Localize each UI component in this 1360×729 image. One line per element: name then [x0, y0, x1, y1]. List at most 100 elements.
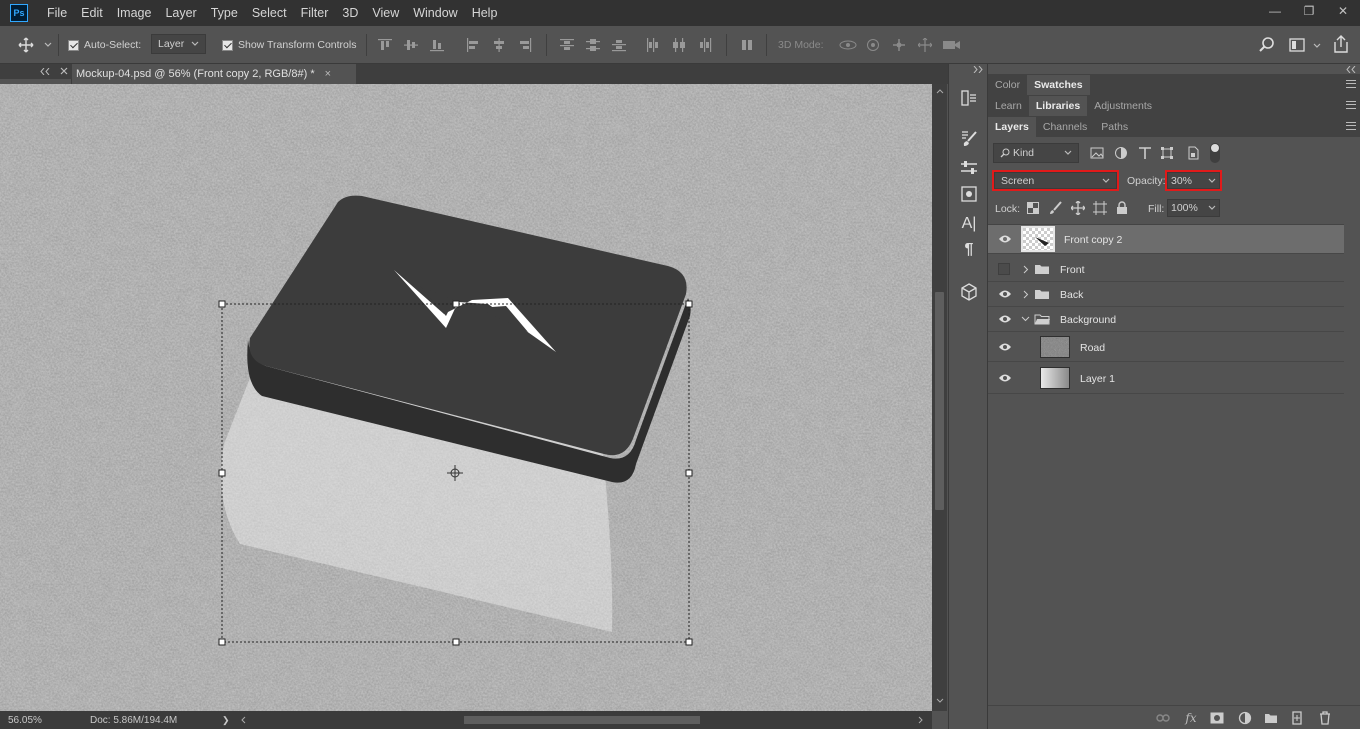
menu-filter[interactable]: Filter [294, 0, 336, 26]
panel-menu-icon[interactable] [1346, 122, 1356, 130]
tab-swatches[interactable]: Swatches [1027, 75, 1090, 95]
menu-help[interactable]: Help [465, 0, 505, 26]
collapse-arrows-icon[interactable] [40, 68, 50, 75]
filter-toggle[interactable] [1210, 143, 1220, 163]
tab-libraries[interactable]: Libraries [1028, 96, 1088, 116]
layer-name[interactable]: Front copy 2 [1064, 234, 1122, 246]
distribute-vcenter-icon[interactable] [586, 38, 600, 52]
layer-row[interactable]: Layer 1 [988, 362, 1344, 394]
visibility-eye-icon[interactable] [998, 289, 1012, 299]
align-bottom-icon[interactable] [430, 38, 444, 52]
auto-select-checkbox[interactable]: Auto-Select: [68, 36, 141, 54]
visibility-eye-icon[interactable] [998, 342, 1012, 352]
filter-pixel-icon[interactable] [1090, 146, 1104, 160]
new-adjustment-icon[interactable] [1238, 711, 1252, 725]
lock-position-icon[interactable] [1071, 201, 1085, 215]
collapse-panels-icon[interactable] [1346, 66, 1356, 73]
workspace-icon[interactable] [1288, 36, 1322, 54]
menu-type[interactable]: Type [204, 0, 245, 26]
glyphs-panel-icon[interactable] [959, 184, 979, 204]
panel-menu-icon[interactable] [1346, 80, 1356, 88]
link-layers-icon[interactable] [1156, 711, 1170, 725]
align-vcenter-icon[interactable] [404, 38, 418, 52]
character-panel-icon[interactable]: A| [959, 214, 979, 234]
move-tool-preset-icon[interactable] [18, 36, 52, 54]
lock-artboard-icon[interactable] [1093, 201, 1107, 215]
3d-drag-icon[interactable] [892, 38, 906, 52]
layer-name[interactable]: Background [1060, 314, 1116, 326]
document-canvas[interactable] [0, 84, 932, 711]
scroll-right-icon[interactable] [918, 716, 924, 724]
share-icon[interactable] [1332, 34, 1350, 54]
3d-orbit-icon[interactable] [838, 38, 858, 52]
lock-all-icon[interactable] [1116, 201, 1128, 215]
chevron-down-icon[interactable] [1208, 205, 1216, 211]
tab-channels[interactable]: Channels [1036, 117, 1094, 137]
fill-field[interactable]: 100% [1167, 199, 1220, 217]
brush-settings-icon[interactable] [959, 128, 979, 148]
properties-panel-icon[interactable] [959, 158, 979, 178]
delete-layer-icon[interactable] [1318, 711, 1332, 725]
search-icon[interactable] [1258, 36, 1276, 54]
opacity-label[interactable]: Opacity: [1127, 175, 1166, 187]
close-panel-icon[interactable] [60, 67, 68, 75]
new-group-icon[interactable] [1264, 711, 1278, 725]
minimize-button[interactable]: — [1258, 0, 1292, 22]
align-top-icon[interactable] [378, 38, 392, 52]
tools-panel-header[interactable] [0, 64, 72, 79]
distribute-right-icon[interactable] [698, 38, 712, 52]
new-layer-icon[interactable] [1290, 711, 1304, 725]
chevron-right-icon[interactable] [1023, 265, 1029, 274]
visibility-eye-icon[interactable] [998, 234, 1012, 244]
lock-transparent-icon[interactable] [1027, 202, 1039, 214]
menu-window[interactable]: Window [406, 0, 464, 26]
distribute-bottom-icon[interactable] [612, 38, 626, 52]
menu-edit[interactable]: Edit [74, 0, 110, 26]
menu-3d[interactable]: 3D [335, 0, 365, 26]
zoom-level[interactable]: 56.05% [8, 715, 42, 726]
menu-image[interactable]: Image [110, 0, 159, 26]
lock-image-icon[interactable] [1049, 201, 1063, 215]
tab-paths[interactable]: Paths [1094, 117, 1135, 137]
paragraph-panel-icon[interactable]: ¶ [959, 240, 979, 260]
filter-adjustment-icon[interactable] [1114, 146, 1128, 160]
3d-slide-icon[interactable] [918, 38, 932, 52]
restore-button[interactable]: ❐ [1292, 0, 1326, 22]
add-mask-icon[interactable] [1210, 711, 1224, 725]
layer-row[interactable]: Front [988, 257, 1344, 282]
scroll-up-icon[interactable] [936, 88, 944, 94]
blend-mode-dropdown[interactable]: Screen [994, 172, 1117, 189]
history-panel-icon[interactable] [959, 88, 979, 108]
3d-panel-icon[interactable] [959, 282, 979, 302]
auto-align-icon[interactable] [740, 38, 754, 52]
tab-layers[interactable]: Layers [988, 117, 1036, 137]
vertical-scrollbar[interactable] [932, 84, 947, 711]
distribute-left-icon[interactable] [646, 38, 660, 52]
chevron-down-icon[interactable] [1208, 178, 1216, 184]
fill-label[interactable]: Fill: [1148, 203, 1164, 215]
tab-color[interactable]: Color [988, 75, 1027, 95]
chevron-right-icon[interactable] [1023, 290, 1029, 299]
filter-smart-object-icon[interactable] [1186, 146, 1200, 160]
filter-type-icon[interactable] [1138, 146, 1152, 160]
layer-effects-icon[interactable]: fx [1184, 711, 1198, 725]
chevron-down-icon[interactable] [1021, 316, 1030, 322]
menu-file[interactable]: File [40, 0, 74, 26]
layer-row[interactable]: Front copy 2 [988, 225, 1344, 254]
opacity-field[interactable]: 30% [1167, 172, 1220, 189]
scroll-down-icon[interactable] [936, 698, 944, 704]
visibility-eye-icon[interactable] [998, 373, 1012, 383]
auto-select-dropdown[interactable]: Layer [151, 34, 206, 54]
status-menu-arrow[interactable]: ❯ [222, 715, 230, 726]
layer-row[interactable]: Back [988, 282, 1344, 307]
menu-select[interactable]: Select [245, 0, 294, 26]
align-left-icon[interactable] [466, 38, 480, 52]
menu-view[interactable]: View [365, 0, 406, 26]
menu-layer[interactable]: Layer [158, 0, 203, 26]
tab-adjustments[interactable]: Adjustments [1087, 96, 1159, 116]
scroll-left-icon[interactable] [240, 716, 246, 724]
align-right-icon[interactable] [518, 38, 532, 52]
distribute-top-icon[interactable] [560, 38, 574, 52]
panel-menu-icon[interactable] [1346, 101, 1356, 109]
document-tab[interactable]: Mockup-04.psd @ 56% (Front copy 2, RGB/8… [72, 64, 356, 84]
